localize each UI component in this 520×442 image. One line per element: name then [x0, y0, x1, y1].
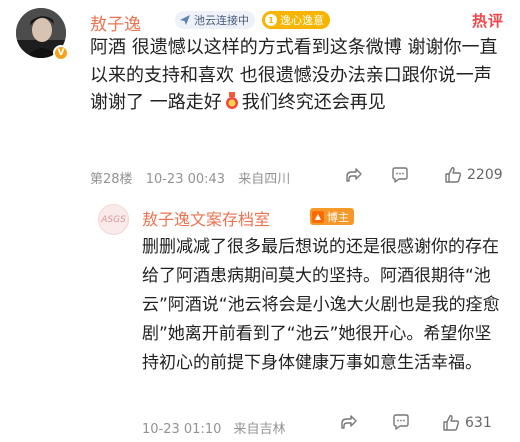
username[interactable]: 敖子逸 [90, 10, 141, 35]
like-icon [443, 415, 460, 431]
fan-group-tag[interactable]: 1 逸心逸意 [262, 11, 330, 29]
author-badge-label: 博主 [327, 210, 349, 224]
reply-username[interactable]: 敖子逸文案存档室 [142, 206, 270, 230]
comment-text: 阿酒 很遗憾以这样的方式看到这条微博 谢谢你一直以来的支持和喜欢 也很遗憾没办法… [90, 34, 508, 117]
reply-like-button[interactable]: 631 [442, 414, 492, 432]
like-count: 2209 [467, 167, 503, 183]
comment-icon [393, 414, 409, 430]
reply-text: 删删减减了很多最后想说的还是很感谢你的存在给了阿酒患病期间莫大的坚持。阿酒很期待… [142, 237, 500, 373]
share-icon [346, 168, 362, 182]
comment-meta: 第28楼 10-23 00:43 来自四川 [90, 168, 299, 187]
floor-number: 第28楼 [90, 172, 133, 187]
comment-button[interactable] [391, 167, 409, 184]
supertopic-tag[interactable]: 池云连接中 [175, 11, 255, 29]
verified-badge-icon: V [53, 45, 69, 61]
reply-time: 10-23 01:10 [142, 422, 222, 437]
comment-icon [392, 167, 408, 183]
like-button[interactable]: 2209 [444, 166, 503, 184]
author-badge: ▲ 博主 [310, 208, 354, 225]
reply-meta: 10-23 01:10 来自吉林 [142, 418, 294, 437]
reply-block: ASGS 敖子逸文案存档室 ▲ 博主 删删减减了很多最后想说的还是很感谢你的存在… [90, 196, 520, 442]
fan-group-icon: 1 [265, 14, 277, 26]
share-icon [341, 415, 357, 429]
fan-group-label: 逸心逸意 [280, 14, 324, 27]
supertopic-label: 池云连接中 [194, 14, 249, 27]
share-button[interactable] [345, 167, 362, 183]
comment-time: 10-23 00:43 [145, 172, 226, 187]
hot-comment-label: 热评 [471, 12, 504, 30]
weibo-comment-view: V 敖子逸 池云连接中 1 逸心逸意 热评 阿酒 很遗憾以这样的方式看到这条微博… [0, 0, 520, 442]
reply-like-count: 631 [465, 415, 492, 431]
comment-location: 来自四川 [238, 172, 291, 187]
comment-body-end: 我们终究还会再见 [241, 92, 386, 113]
supertopic-icon [180, 15, 190, 25]
reply-comment-button[interactable] [392, 414, 410, 431]
reply-location: 来自吉林 [233, 422, 286, 437]
reply-share-button[interactable] [340, 414, 357, 430]
reply-avatar[interactable]: ASGS [98, 204, 129, 235]
like-icon [445, 167, 462, 183]
medal-emoji-icon [224, 91, 240, 109]
author-badge-icon: ▲ [312, 210, 324, 223]
